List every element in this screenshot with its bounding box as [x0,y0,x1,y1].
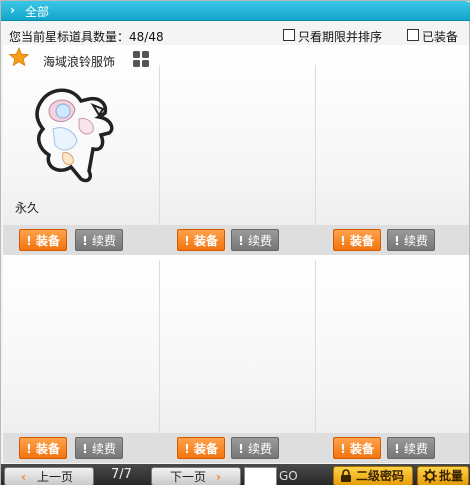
prev-page-button[interactable]: ‹ 上一页 [4,467,94,485]
go-button[interactable]: GO [279,467,309,485]
chevron-right-icon: › [10,3,15,17]
renew-button[interactable]: ! 续费 [75,229,123,251]
equip-button[interactable]: ! 装备 [19,229,67,251]
star-item-count: 您当前星标道具数量：48/48 [9,30,164,44]
only-expiring-label[interactable]: 只看期限并排序 [298,28,382,45]
item-name: 海域浪铃服饰 [43,55,116,69]
equip-button[interactable]: ! 装备 [19,437,67,459]
grid-divider [315,260,316,433]
item-duration: 永久 [15,201,40,215]
page-number-input[interactable] [244,467,277,485]
outfit-image [35,88,114,183]
item-slot[interactable]: 海域浪铃服饰 永久 [3,45,159,225]
arrow-left-icon: ‹ [21,470,26,484]
gear-icon [423,469,437,483]
page-indicator: 7/7 [111,467,132,482]
equipped-label[interactable]: 已装备 [422,28,458,45]
inventory-window: › 全部 您当前星标道具数量：48/48 只看期限并排序 已装备 海域浪铃服饰 [0,0,470,485]
category-title: 全部 [25,5,50,19]
renew-button[interactable]: ! 续费 [387,229,435,251]
star-icon[interactable] [9,47,29,67]
category-header[interactable]: › 全部 [1,1,470,21]
arrow-right-icon: › [216,470,221,484]
grid-divider [159,65,160,225]
equip-button[interactable]: ! 装备 [333,229,381,251]
only-expiring-checkbox[interactable] [283,29,295,41]
renew-button[interactable]: ! 续费 [75,437,123,459]
equipped-checkbox[interactable] [407,29,419,41]
item-grid: 海域浪铃服饰 永久 ! 装备 ! 续费 ! 装备 ! 续费 ! 装备 ! 续费 … [3,45,469,463]
item-slot[interactable] [159,255,315,433]
action-bar: ! 装备 ! 续费 ! 装备 ! 续费 ! 装备 ! 续费 [3,433,469,463]
equip-button[interactable]: ! 装备 [177,229,225,251]
renew-button[interactable]: ! 续费 [387,437,435,459]
renew-button[interactable]: ! 续费 [231,437,279,459]
item-slot[interactable] [315,45,469,225]
secondary-password-button[interactable]: 二级密码 [333,466,413,485]
action-bar: ! 装备 ! 续费 ! 装备 ! 续费 ! 装备 ! 续费 [3,225,469,255]
equip-button[interactable]: ! 装备 [177,437,225,459]
next-page-button[interactable]: 下一页 › [151,467,241,485]
grid-divider [315,65,316,225]
item-slot[interactable] [315,255,469,433]
batch-button[interactable]: 批量 [417,466,469,485]
info-row: 您当前星标道具数量：48/48 只看期限并排序 已装备 [1,27,470,45]
pagination-bar: ‹ 上一页 7/7 下一页 › GO 二级密码 批量 [1,464,470,485]
lock-icon [341,469,351,482]
item-slot[interactable] [3,255,159,433]
equip-button[interactable]: ! 装备 [333,437,381,459]
grid-view-icon[interactable] [132,50,150,68]
renew-button[interactable]: ! 续费 [231,229,279,251]
item-slot[interactable] [159,45,315,225]
grid-divider [159,260,160,433]
